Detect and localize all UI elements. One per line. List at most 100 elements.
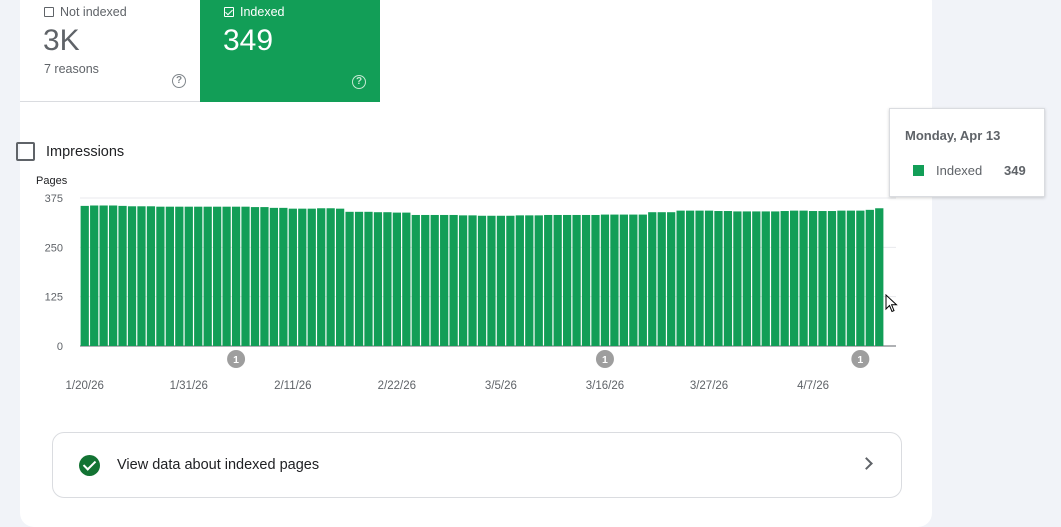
bar[interactable] bbox=[638, 214, 647, 346]
bar[interactable] bbox=[279, 207, 288, 346]
bar[interactable] bbox=[676, 210, 685, 346]
bar[interactable] bbox=[808, 211, 818, 346]
bar[interactable] bbox=[99, 205, 108, 346]
bar[interactable] bbox=[610, 214, 619, 346]
view-indexed-pages-link[interactable]: View data about indexed pages bbox=[52, 432, 902, 498]
bar[interactable] bbox=[213, 206, 222, 346]
bar[interactable] bbox=[771, 211, 780, 346]
bar[interactable] bbox=[799, 210, 808, 346]
bar[interactable] bbox=[383, 212, 392, 346]
bar[interactable] bbox=[780, 211, 789, 346]
bar[interactable] bbox=[269, 207, 279, 346]
bar[interactable] bbox=[553, 214, 562, 346]
bar[interactable] bbox=[90, 205, 99, 346]
bar[interactable] bbox=[515, 215, 524, 346]
bar[interactable] bbox=[241, 206, 250, 346]
bar[interactable] bbox=[837, 210, 846, 346]
bar[interactable] bbox=[704, 210, 714, 346]
bar[interactable] bbox=[591, 214, 600, 346]
chart-tooltip: Monday, Apr 13 Indexed 349 bbox=[889, 108, 1045, 197]
tooltip-date: Monday, Apr 13 bbox=[905, 128, 1001, 143]
bar[interactable] bbox=[790, 210, 799, 346]
mouse-cursor-icon bbox=[885, 294, 898, 313]
bar[interactable] bbox=[846, 210, 856, 346]
bar[interactable] bbox=[648, 212, 657, 346]
bar[interactable] bbox=[364, 211, 373, 346]
bar[interactable] bbox=[440, 214, 449, 346]
bar[interactable] bbox=[667, 212, 676, 346]
bar[interactable] bbox=[496, 215, 506, 346]
bar[interactable] bbox=[458, 215, 468, 346]
y-axis-label: Pages bbox=[36, 175, 68, 187]
bar[interactable] bbox=[156, 206, 165, 346]
bar[interactable] bbox=[600, 214, 610, 346]
bar[interactable] bbox=[714, 211, 723, 346]
x-tick-label: 4/7/26 bbox=[797, 380, 829, 392]
bar[interactable] bbox=[865, 209, 874, 346]
bar[interactable] bbox=[430, 214, 439, 346]
bar[interactable] bbox=[165, 206, 174, 346]
tooltip-value: 349 bbox=[1004, 163, 1026, 178]
bar[interactable] bbox=[307, 208, 316, 346]
x-tick-label: 3/16/26 bbox=[586, 380, 624, 392]
bar[interactable] bbox=[534, 215, 543, 346]
bar[interactable] bbox=[827, 211, 837, 346]
bar[interactable] bbox=[260, 207, 269, 346]
y-tick-label: 375 bbox=[45, 193, 63, 205]
bar[interactable] bbox=[317, 208, 326, 346]
bar[interactable] bbox=[402, 212, 411, 346]
bar[interactable] bbox=[572, 214, 581, 346]
bar[interactable] bbox=[657, 212, 666, 346]
bar[interactable] bbox=[392, 212, 401, 346]
bar[interactable] bbox=[118, 205, 127, 346]
bar[interactable] bbox=[231, 206, 241, 346]
bar[interactable] bbox=[733, 211, 742, 346]
bar[interactable] bbox=[506, 215, 515, 346]
bar[interactable] bbox=[146, 206, 156, 346]
bar[interactable] bbox=[619, 214, 629, 346]
bar[interactable] bbox=[373, 212, 383, 346]
bar[interactable] bbox=[875, 208, 884, 346]
bar[interactable] bbox=[695, 210, 704, 346]
bar[interactable] bbox=[222, 206, 231, 346]
bar[interactable] bbox=[184, 206, 193, 346]
bar[interactable] bbox=[203, 206, 212, 346]
bar[interactable] bbox=[544, 214, 553, 346]
check-circle-icon bbox=[79, 454, 100, 476]
bar[interactable] bbox=[856, 210, 865, 346]
annotation-label: 1 bbox=[857, 354, 863, 366]
bar[interactable] bbox=[411, 214, 420, 346]
bar[interactable] bbox=[250, 207, 260, 346]
bar[interactable] bbox=[563, 214, 572, 346]
bar[interactable] bbox=[137, 206, 146, 346]
bar[interactable] bbox=[326, 208, 335, 346]
bar[interactable] bbox=[449, 214, 458, 346]
bar[interactable] bbox=[194, 206, 203, 346]
bar[interactable] bbox=[345, 211, 354, 346]
bar[interactable] bbox=[288, 208, 297, 346]
bar[interactable] bbox=[468, 215, 477, 346]
bar[interactable] bbox=[421, 214, 430, 346]
bar[interactable] bbox=[581, 214, 591, 346]
bar[interactable] bbox=[80, 205, 89, 346]
bar[interactable] bbox=[335, 208, 345, 346]
bar[interactable] bbox=[723, 211, 733, 346]
bar[interactable] bbox=[761, 211, 770, 346]
chevron-right-icon bbox=[860, 457, 873, 470]
x-tick-label: 2/22/26 bbox=[378, 380, 416, 392]
bar[interactable] bbox=[298, 208, 307, 346]
bar[interactable] bbox=[742, 211, 751, 346]
bar[interactable] bbox=[752, 211, 761, 346]
bar[interactable] bbox=[477, 215, 487, 346]
bar[interactable] bbox=[525, 215, 534, 346]
x-tick-label: 3/27/26 bbox=[690, 380, 728, 392]
bar[interactable] bbox=[108, 205, 118, 346]
bar[interactable] bbox=[487, 215, 496, 346]
bar[interactable] bbox=[127, 206, 137, 346]
bar[interactable] bbox=[818, 211, 827, 346]
bar[interactable] bbox=[685, 210, 695, 346]
bar[interactable] bbox=[629, 214, 638, 346]
bar[interactable] bbox=[354, 211, 364, 346]
bar[interactable] bbox=[175, 206, 184, 346]
y-tick-label: 250 bbox=[45, 242, 63, 254]
